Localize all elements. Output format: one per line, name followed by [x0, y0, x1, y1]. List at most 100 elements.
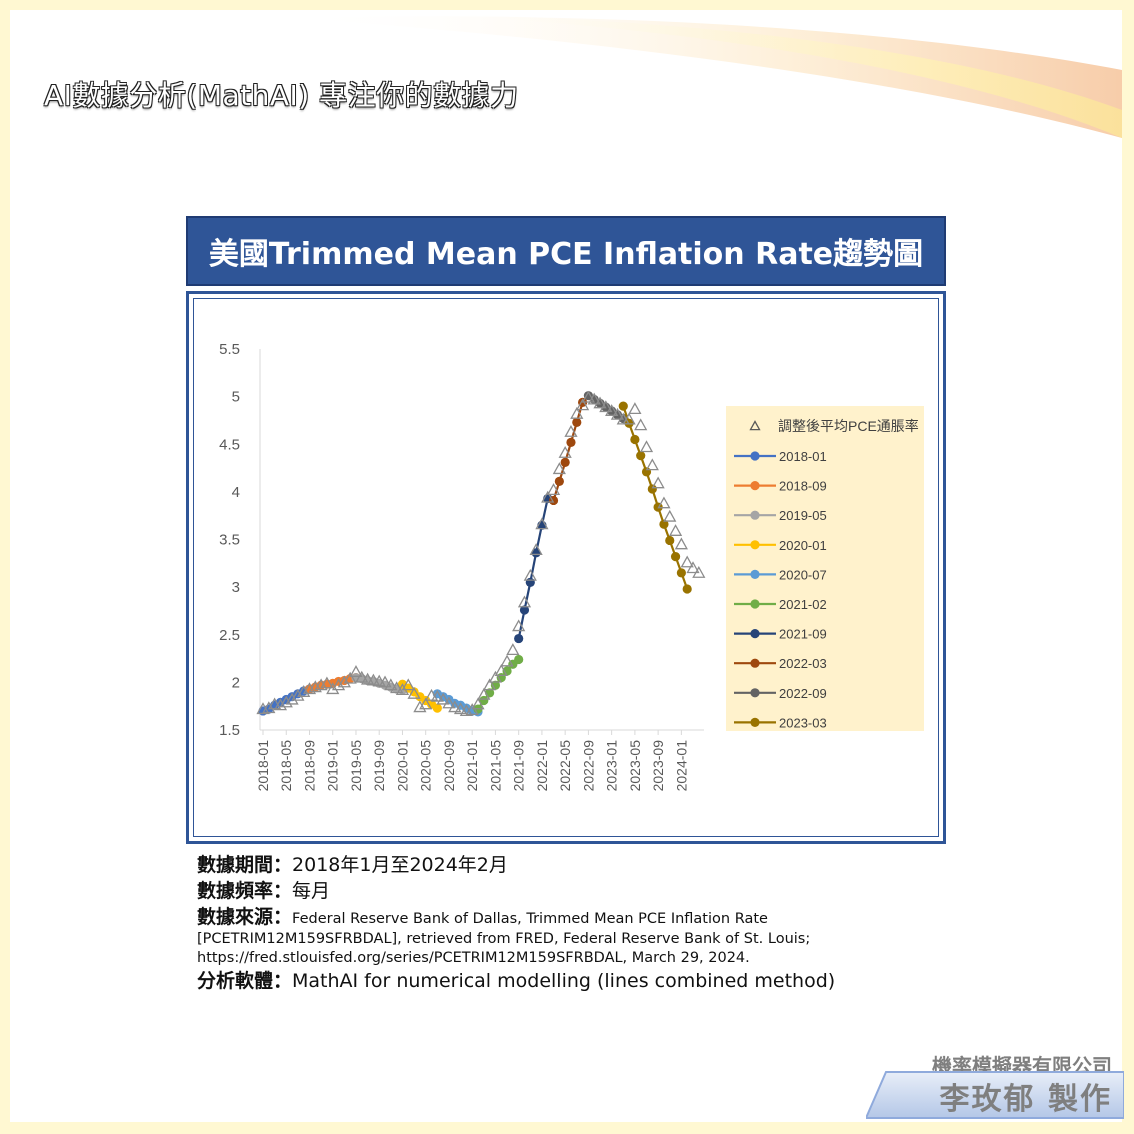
legend-dot-swatch [750, 688, 760, 698]
legend-label: 調整後平均PCE通脹率 [778, 418, 919, 434]
series-point [432, 703, 442, 713]
legend-label: 2019-05 [779, 508, 827, 523]
y-tick-label: 3 [232, 579, 240, 596]
legend-dot-swatch [750, 540, 760, 550]
y-tick-label: 4 [232, 484, 240, 501]
legend-dot-swatch [750, 569, 760, 579]
legend-label: 2020-01 [779, 538, 827, 553]
period-value: 2018年1月至2024年2月 [292, 854, 508, 876]
source-label: 數據來源： [197, 906, 293, 928]
period-label: 數據期間： [197, 854, 293, 876]
header-title: AI數據分析(MathAI) 專注你的數據力 [44, 79, 519, 112]
series-2023-03 [618, 401, 692, 594]
series-group [258, 391, 692, 717]
series-point [647, 484, 657, 494]
chart-title-banner: 美國Trimmed Mean PCE Inflation Rate趨勢圖 [186, 216, 946, 286]
x-tick-label: 2022-09 [580, 740, 596, 792]
chart-title: 美國Trimmed Mean PCE Inflation Rate趨勢圖 [208, 237, 924, 272]
legend-label: 2018-09 [779, 479, 827, 494]
legend-label: 2018-01 [779, 449, 827, 464]
x-tick-label: 2021-05 [487, 740, 503, 792]
x-tick-label: 2022-01 [534, 740, 550, 792]
observed-point [668, 524, 683, 536]
legend-dot-swatch [750, 451, 760, 461]
legend-label: 2022-03 [779, 656, 827, 671]
observed-point [628, 402, 642, 415]
observed-point [663, 509, 677, 522]
series-point [676, 568, 686, 578]
legend-dot-swatch [750, 599, 760, 609]
frequency-label: 數據頻率： [197, 880, 293, 902]
y-tick-label: 1.5 [219, 722, 240, 739]
y-tick-label: 3.5 [219, 532, 240, 549]
period-row: 數據期間：2018年1月至2024年2月 [197, 852, 835, 878]
x-tick-label: 2023-09 [650, 740, 666, 792]
legend-label: 2021-02 [779, 597, 827, 612]
series-line [622, 405, 689, 590]
legend-dot-swatch [750, 481, 760, 491]
x-tick-label: 2023-05 [627, 740, 643, 792]
source-row: 數據來源：Federal Reserve Bank of Dallas, Tri… [197, 904, 835, 930]
series-point [641, 467, 652, 477]
line-chart: 5.5 5 4.5 4 3.5 3 2.5 2 1.5 2018-01 2018-05 2018-0… [219, 341, 924, 792]
series-point [670, 552, 681, 562]
observed-point [639, 440, 654, 453]
legend-dot-swatch [750, 717, 760, 727]
series-point [682, 584, 692, 594]
y-tick-label: 5 [232, 389, 240, 406]
x-tick-label: 2021-01 [464, 740, 480, 792]
series-point [572, 417, 582, 427]
x-tick-label: 2024-01 [673, 740, 689, 792]
software-label: 分析軟體： [197, 970, 293, 992]
chart-frame: 5.5 5 4.5 4 3.5 3 2.5 2 1.5 2018-01 2018-05 2018-0… [186, 291, 946, 844]
software-value: MathAI for numerical modelling (lines co… [292, 970, 836, 992]
y-tick-label: 4.5 [219, 436, 240, 453]
series-2021-09 [514, 493, 553, 644]
y-tick-label: 5.5 [219, 341, 240, 358]
y-tick-label: 2.5 [219, 627, 240, 644]
legend-dot-swatch [750, 629, 760, 639]
software-row: 分析軟體：MathAI for numerical modelling (lin… [197, 968, 835, 994]
legend: 調整後平均PCE通脹率 2018-01 2018-09 2019-05 2020-01 2… [726, 406, 924, 731]
source-line-3: https://fred.stlouisfed.org/series/PCETR… [197, 950, 750, 966]
x-tick-label: 2023-01 [604, 740, 620, 792]
source-line-1: Federal Reserve Bank of Dallas, Trimmed … [292, 911, 768, 927]
x-tick-label: 2021-09 [511, 740, 527, 792]
series-point [618, 401, 628, 411]
chart-area: 5.5 5 4.5 4 3.5 3 2.5 2 1.5 2018-01 2018-05 2018-0… [193, 298, 939, 837]
x-tick-label: 2020-01 [394, 740, 410, 792]
x-tick-label: 2019-09 [371, 740, 387, 792]
series-point [554, 476, 564, 486]
author-name: 李玫郁 製作 [939, 1082, 1112, 1117]
frequency-row: 數據頻率：每月 [197, 878, 835, 904]
y-tick-label: 2 [232, 674, 240, 691]
legend-label: 2021-09 [779, 627, 827, 642]
x-tick-label: 2018-09 [301, 740, 317, 792]
series-point [514, 654, 524, 665]
x-tick-label: 2019-05 [348, 740, 364, 792]
metadata-block: 數據期間：2018年1月至2024年2月 數據頻率：每月 數據來源：Federa… [197, 852, 835, 994]
series-point [665, 535, 675, 546]
observed-point [674, 537, 688, 550]
series-point [525, 577, 535, 587]
x-tick-label: 2018-05 [278, 740, 294, 792]
x-tick-label: 2020-05 [418, 740, 434, 792]
series-point [636, 451, 646, 461]
x-tick-label: 2018-01 [255, 740, 271, 792]
frequency-value: 每月 [292, 880, 331, 902]
legend-dot-swatch [750, 510, 760, 520]
y-axis: 5.5 5 4.5 4 3.5 3 2.5 2 1.5 [219, 341, 261, 739]
series-point [630, 434, 640, 445]
series-point [560, 457, 570, 467]
series-point [514, 633, 524, 644]
legend-dot-swatch [750, 658, 760, 668]
source-line-2: [PCETRIM12M159SFRBDAL], retrieved from F… [197, 931, 811, 947]
x-tick-label: 2019-01 [325, 740, 341, 792]
observed-point [506, 643, 520, 656]
legend-label: 2022-09 [779, 686, 827, 701]
legend-label: 2020-07 [779, 567, 827, 582]
series-line [517, 498, 549, 639]
x-tick-label: 2020-09 [441, 740, 457, 792]
series-point [566, 437, 576, 447]
x-tick-label: 2022-05 [557, 740, 573, 792]
